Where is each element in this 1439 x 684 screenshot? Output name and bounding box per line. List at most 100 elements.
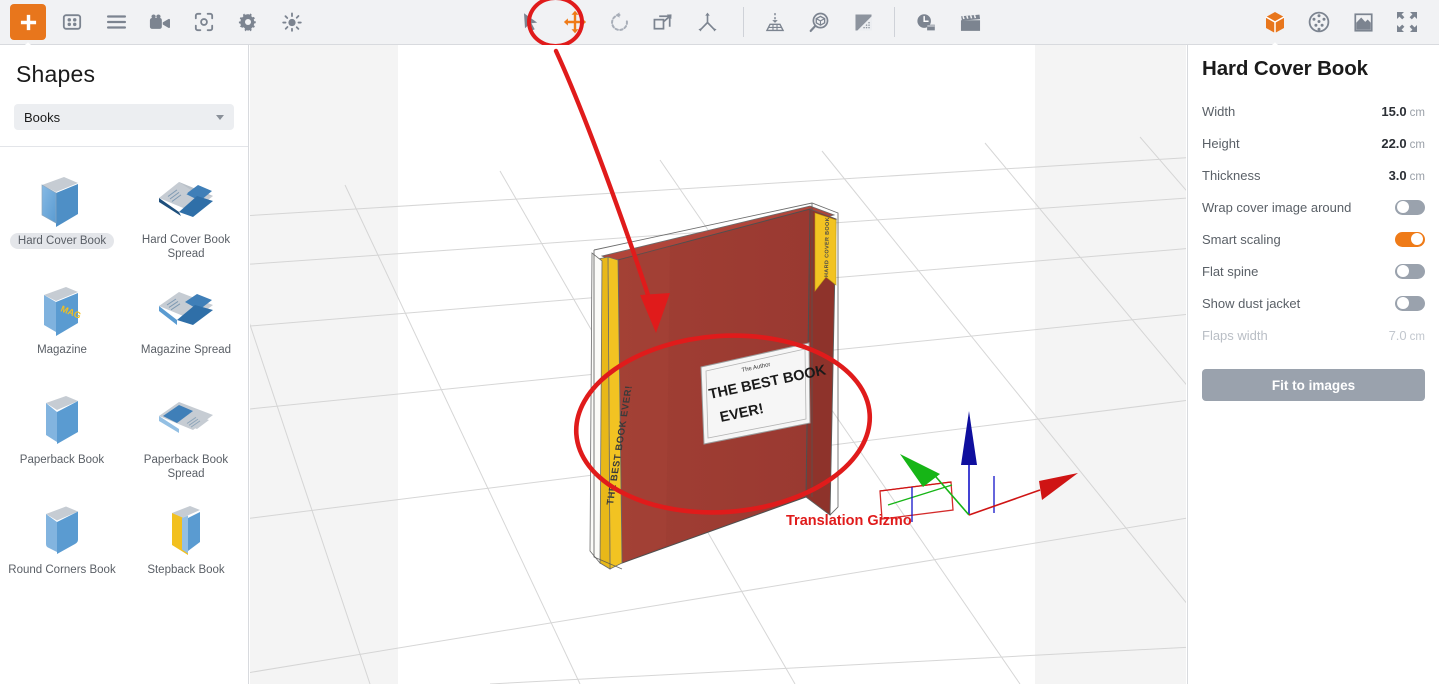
shape-item-magazine[interactable]: MAG Magazine	[0, 267, 124, 377]
3d-viewport[interactable]: THE BEST BOOK EVER! HARD COVER BOOK The …	[250, 45, 1186, 684]
shapes-sidebar: Shapes Books Hard Cover Book Hard Cover …	[0, 45, 249, 684]
shape-label: Hard Cover Book	[9, 233, 115, 249]
stepback-book-icon	[158, 499, 214, 561]
top-toolbar	[0, 0, 1439, 48]
shape-category-value: Books	[24, 109, 61, 125]
paperback-book-spread-icon	[155, 389, 217, 451]
render-time-icon[interactable]	[908, 4, 944, 40]
property-row-flat-spine: Flat spine	[1202, 255, 1425, 287]
unit-text: cm	[1409, 330, 1425, 343]
viewport-canvas: THE BEST BOOK EVER! HARD COVER BOOK The …	[250, 45, 1186, 684]
focus-frame-icon[interactable]	[186, 4, 222, 40]
chevron-down-icon	[216, 114, 224, 120]
property-label: Flaps width	[1202, 327, 1268, 343]
move-translate-icon[interactable]	[557, 4, 593, 40]
property-value-height[interactable]: 22.0 cm	[1381, 136, 1425, 151]
value-text: 7.0	[1388, 327, 1407, 343]
property-value-flaps-width: 7.0 cm	[1389, 328, 1425, 343]
add-shape-icon[interactable]	[10, 4, 46, 40]
toolbar-group-transform	[509, 0, 729, 45]
unit-text: cm	[1409, 106, 1425, 119]
toggle-knob	[1397, 201, 1409, 213]
toggle-knob	[1397, 297, 1409, 309]
camera-video-icon[interactable]	[142, 4, 178, 40]
shape-item-magazine-spread[interactable]: Magazine Spread	[124, 267, 248, 377]
unit-text: cm	[1409, 138, 1425, 151]
property-row-smart-scaling: Smart scaling	[1202, 223, 1425, 255]
shape-grid: Hard Cover Book Hard Cover Book Spread M…	[0, 147, 248, 597]
shadow-icon[interactable]	[845, 4, 881, 40]
shape-item-stepback-book[interactable]: Stepback Book	[124, 487, 248, 597]
animation-clapper-icon[interactable]	[952, 4, 988, 40]
properties-panel: Hard Cover Book Width 15.0 cm Height 22.0…	[1187, 45, 1439, 684]
image-mask-icon[interactable]	[1345, 4, 1381, 40]
property-label: Height	[1202, 135, 1240, 151]
property-value-thickness[interactable]: 3.0 cm	[1389, 168, 1425, 183]
properties-title: Hard Cover Book	[1202, 57, 1368, 80]
hard-cover-book-icon	[34, 169, 90, 231]
shape-category-select[interactable]: Books	[14, 104, 234, 130]
shape-label: Paperback Book	[19, 454, 105, 466]
value-text: 22.0	[1381, 135, 1407, 151]
property-label: Flat spine	[1202, 263, 1259, 279]
toggle-flat-spine[interactable]	[1395, 263, 1425, 279]
grid-layout-icon[interactable]	[54, 4, 90, 40]
shape-label: Magazine Spread	[140, 344, 232, 356]
property-label: Show dust jacket	[1202, 295, 1301, 311]
cube-3d-icon[interactable]	[1257, 4, 1293, 40]
toolbar-group-scene	[753, 0, 885, 45]
property-row-show-dust-jacket: Show dust jacket	[1202, 287, 1425, 319]
toolbar-group-render	[904, 0, 992, 45]
toggle-knob	[1397, 265, 1409, 277]
annotation-label: Translation Gizmo	[786, 513, 912, 529]
property-label: Width	[1202, 103, 1236, 119]
toggle-show-dust-jacket[interactable]	[1395, 295, 1425, 311]
property-row-wrap-cover-image-around: Wrap cover image around	[1202, 191, 1425, 223]
toolbar-group-main	[0, 0, 314, 45]
toolbar-divider-2	[894, 7, 895, 37]
paperback-book-icon	[34, 389, 90, 451]
book-bookmark-text: HARD COVER BOOK	[824, 217, 831, 277]
magnify-object-icon[interactable]	[801, 4, 837, 40]
drop-to-floor-icon[interactable]	[757, 4, 793, 40]
property-row-flaps-width: Flaps width 7.0 cm	[1202, 319, 1425, 351]
toggle-knob	[1411, 233, 1423, 245]
shape-label: Magazine	[37, 344, 87, 356]
shape-item-hard-cover-book-spread[interactable]: Hard Cover Book Spread	[124, 157, 248, 267]
property-row-height: Height 22.0 cm	[1202, 127, 1425, 159]
distribute-icon[interactable]	[689, 4, 725, 40]
page-title: Shapes	[16, 61, 96, 87]
property-row-thickness: Thickness 3.0 cm	[1202, 159, 1425, 191]
menu-lines-icon[interactable]	[98, 4, 134, 40]
unit-text: cm	[1409, 170, 1425, 183]
brightness-icon[interactable]	[274, 4, 310, 40]
toggle-smart-scaling[interactable]	[1395, 231, 1425, 247]
cursor-arrow-icon[interactable]	[513, 4, 549, 40]
shape-item-round-corners-book[interactable]: Round Corners Book	[0, 487, 124, 597]
scale-icon[interactable]	[645, 4, 681, 40]
toolbar-group-view	[1253, 0, 1439, 45]
shape-label: Paperback Book Spread	[143, 454, 229, 480]
gear-icon[interactable]	[230, 4, 266, 40]
shape-item-paperback-book-spread[interactable]: Paperback Book Spread	[124, 377, 248, 487]
property-label: Smart scaling	[1202, 231, 1281, 247]
shape-label: Stepback Book	[147, 564, 225, 576]
round-corners-book-icon	[34, 499, 90, 561]
magazine-icon: MAG	[34, 279, 90, 341]
shape-item-paperback-book[interactable]: Paperback Book	[0, 377, 124, 487]
value-text: 3.0	[1388, 167, 1407, 183]
toggle-wrap-cover-image-around[interactable]	[1395, 199, 1425, 215]
material-sphere-icon[interactable]	[1301, 4, 1337, 40]
property-value-width[interactable]: 15.0 cm	[1381, 104, 1425, 119]
property-label: Wrap cover image around	[1202, 199, 1352, 215]
shape-item-hard-cover-book[interactable]: Hard Cover Book	[0, 157, 124, 267]
toolbar-divider	[743, 7, 744, 37]
property-row-width: Width 15.0 cm	[1202, 95, 1425, 127]
fit-to-images-button[interactable]: Fit to images	[1202, 369, 1425, 401]
value-text: 15.0	[1381, 103, 1407, 119]
hard-cover-book-spread-icon	[155, 169, 217, 231]
property-label: Thickness	[1202, 167, 1261, 183]
fullscreen-icon[interactable]	[1389, 4, 1425, 40]
magazine-spread-icon	[155, 279, 217, 341]
rotate-icon[interactable]	[601, 4, 637, 40]
